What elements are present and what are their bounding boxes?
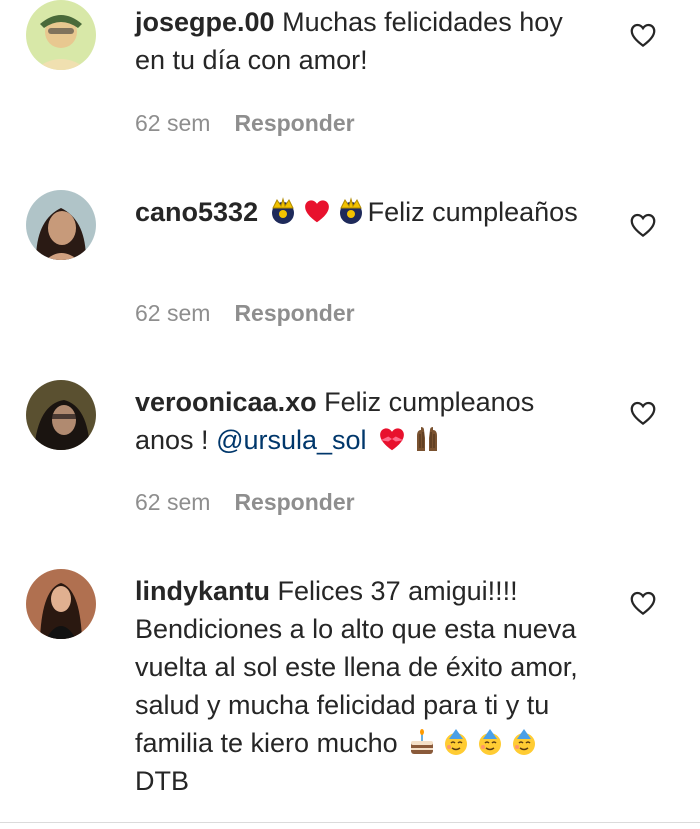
comment-message: Feliz cumpleaños — [367, 197, 578, 227]
profile-photo-icon — [26, 569, 96, 639]
raised-hands-emoji — [417, 427, 438, 451]
heart-with-ribbon-emoji — [380, 428, 404, 451]
crown-emoji — [271, 197, 294, 224]
profile-photo-icon — [26, 190, 96, 260]
heart-outline-icon[interactable] — [628, 588, 658, 618]
reply-button[interactable]: Responder — [234, 110, 354, 136]
username-link[interactable]: veroonicaa.xo — [135, 387, 317, 417]
comment-timestamp[interactable]: 62 sem — [135, 300, 210, 326]
red-heart-emoji — [304, 200, 329, 223]
heart-outline-icon[interactable] — [628, 20, 658, 50]
comment-meta: 62 sem Responder — [135, 487, 355, 517]
username-link[interactable]: lindykantu — [135, 576, 270, 606]
comment-text: josegpe.00 Muchas felicidades hoy en tu … — [135, 3, 590, 79]
comment-timestamp[interactable]: 62 sem — [135, 489, 210, 515]
comment-text: veroonicaa.xo Feliz cumpleanos anos ! @u… — [135, 383, 590, 459]
avatar[interactable] — [26, 380, 96, 450]
partying-face-emoji — [445, 729, 468, 755]
reply-button[interactable]: Responder — [234, 489, 354, 515]
partying-face-emoji — [513, 729, 536, 755]
comment-timestamp[interactable]: 62 sem — [135, 110, 210, 136]
heart-outline-icon[interactable] — [628, 398, 658, 428]
birthday-cake-emoji — [411, 729, 434, 754]
partying-face-emoji — [479, 729, 502, 755]
divider — [0, 822, 700, 823]
reply-button[interactable]: Responder — [234, 300, 354, 326]
avatar[interactable] — [26, 569, 96, 639]
profile-photo-icon — [26, 0, 96, 70]
crown-emoji — [339, 197, 362, 224]
comment-message-suffix: DTB — [135, 766, 189, 796]
comment-text: lindykantu Felices 37 amigui!!!! Bendici… — [135, 572, 590, 800]
mention-link[interactable]: @ursula_sol — [216, 425, 366, 455]
avatar[interactable] — [26, 190, 96, 260]
comment-text: cano5332 Feliz cumpleaños — [135, 193, 590, 231]
profile-photo-icon — [26, 380, 96, 450]
comment-meta: 62 sem Responder — [135, 298, 355, 328]
heart-outline-icon[interactable] — [628, 210, 658, 240]
comment-meta: 62 sem Responder — [135, 108, 355, 138]
username-link[interactable]: josegpe.00 — [135, 7, 275, 37]
username-link[interactable]: cano5332 — [135, 197, 258, 227]
avatar[interactable] — [26, 0, 96, 70]
